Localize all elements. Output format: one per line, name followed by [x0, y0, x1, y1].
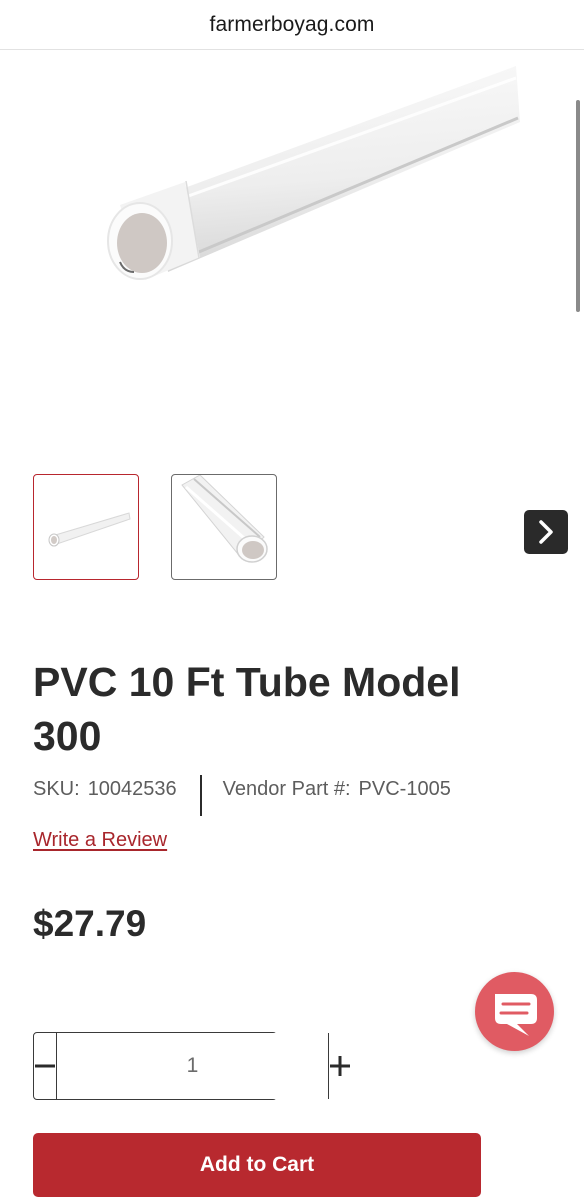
product-image-main[interactable]: [0, 50, 584, 430]
vendor-part-label: Vendor Part #:: [222, 778, 351, 800]
meta-divider: [199, 775, 202, 816]
chevron-right-icon: [539, 520, 553, 544]
pvc-tube-closeup-icon: [181, 475, 268, 563]
quantity-input[interactable]: [56, 1033, 329, 1099]
quantity-stepper: [33, 1032, 350, 1100]
product-meta: SKU: 10042536 Vendor Part #: PVC-1005: [33, 775, 451, 816]
thumbnail-2[interactable]: [171, 474, 277, 580]
gallery-next-button[interactable]: [524, 510, 568, 554]
quantity-increment-button[interactable]: [329, 1033, 351, 1099]
sku-value: 10042536: [87, 778, 177, 800]
thumbnail-1[interactable]: [33, 474, 139, 580]
write-review-link[interactable]: Write a Review: [33, 829, 167, 852]
chat-icon: [494, 993, 537, 1036]
plus-icon: [330, 1056, 350, 1076]
minus-icon: [35, 1064, 55, 1068]
sku-label: SKU:: [33, 778, 80, 800]
product-price: $27.79: [33, 903, 147, 944]
vendor-part-value: PVC-1005: [358, 778, 451, 800]
add-to-cart-button[interactable]: Add to Cart: [33, 1133, 481, 1197]
product-title: PVC 10 Ft Tube Model 300: [33, 659, 461, 759]
url-text: farmerboyag.com: [209, 12, 375, 36]
quantity-decrement-button[interactable]: [34, 1033, 56, 1099]
chat-button[interactable]: [475, 972, 554, 1051]
address-bar[interactable]: farmerboyag.com: [0, 0, 584, 50]
pvc-tube-thumbnail-icon: [48, 512, 131, 547]
pvc-tube-image: [107, 66, 520, 280]
vendor-part: Vendor Part #: PVC-1005: [223, 775, 451, 801]
sku: SKU: 10042536: [33, 775, 177, 801]
